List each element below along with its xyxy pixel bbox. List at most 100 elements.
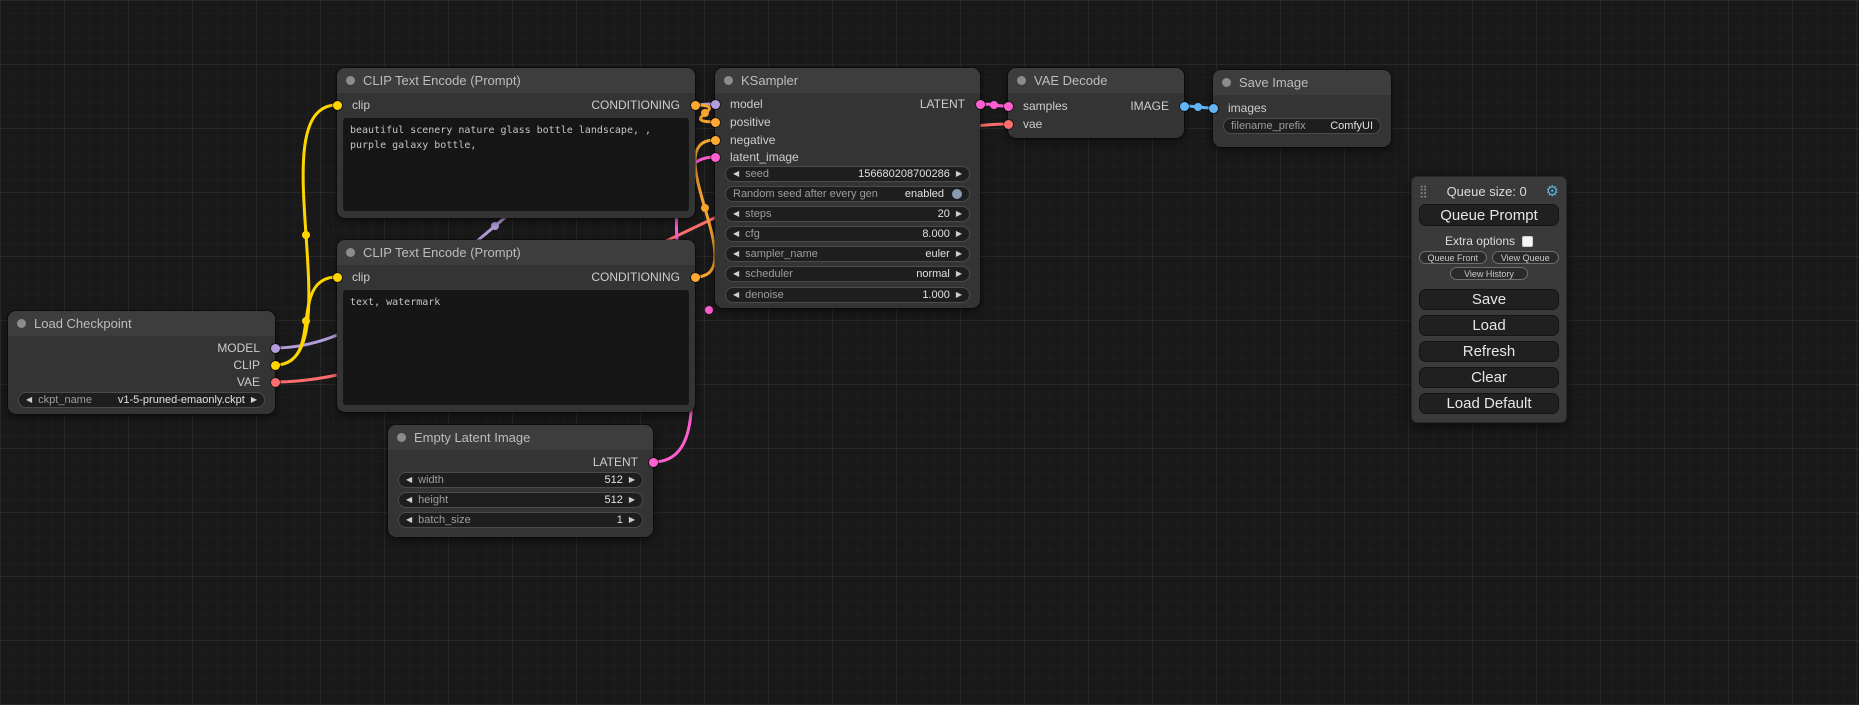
collapse-dot[interactable] [1017, 76, 1026, 85]
conditioning-slot-dot[interactable] [711, 136, 720, 145]
prompt-textarea[interactable]: text, watermark [343, 290, 689, 405]
right-arrow-icon[interactable]: ▶ [629, 516, 635, 524]
input-slot-clip[interactable]: clip [337, 97, 370, 113]
output-slot-model[interactable]: MODEL [217, 340, 275, 356]
input-slot-model[interactable]: model [715, 96, 763, 112]
widget-scheduler[interactable]: ◀ scheduler normal ▶ [725, 266, 970, 282]
clip-slot-dot[interactable] [333, 101, 342, 110]
output-slot-clip[interactable]: CLIP [233, 357, 275, 373]
input-slot-images[interactable]: images [1213, 100, 1267, 116]
widget-sampler-name[interactable]: ◀ sampler_name euler ▶ [725, 246, 970, 262]
view-queue-button[interactable]: View Queue [1492, 251, 1560, 264]
image-slot-dot[interactable] [1209, 104, 1218, 113]
right-arrow-icon[interactable]: ▶ [956, 250, 962, 258]
node-load-checkpoint[interactable]: Load Checkpoint MODEL CLIP VAE ◀ ckpt_na… [8, 311, 275, 414]
latent-slot-dot[interactable] [976, 100, 985, 109]
collapse-dot[interactable] [1222, 78, 1231, 87]
widget-batch-size[interactable]: ◀ batch_size 1 ▶ [398, 512, 643, 528]
extra-options-checkbox[interactable] [1522, 236, 1533, 247]
load-default-button[interactable]: Load Default [1419, 393, 1559, 414]
left-arrow-icon[interactable]: ◀ [733, 230, 739, 238]
node-title-bar[interactable]: VAE Decode [1008, 68, 1184, 93]
input-slot-vae[interactable]: vae [1008, 116, 1042, 132]
widget-filename-prefix[interactable]: filename_prefix ComfyUI [1223, 118, 1381, 134]
latent-slot-dot[interactable] [711, 153, 720, 162]
node-ksampler[interactable]: KSampler model positive negative latent_… [715, 68, 980, 308]
latent-slot-dot[interactable] [649, 458, 658, 467]
left-arrow-icon[interactable]: ◀ [406, 516, 412, 524]
queue-front-button[interactable]: Queue Front [1419, 251, 1487, 264]
view-history-button[interactable]: View History [1450, 267, 1528, 280]
left-arrow-icon[interactable]: ◀ [733, 291, 739, 299]
clip-slot-dot[interactable] [271, 361, 280, 370]
node-graph-canvas[interactable]: Load Checkpoint MODEL CLIP VAE ◀ ckpt_na… [0, 0, 1859, 705]
conditioning-slot-dot[interactable] [711, 118, 720, 127]
output-slot-conditioning[interactable]: CONDITIONING [591, 97, 695, 113]
input-slot-positive[interactable]: positive [715, 114, 771, 130]
queue-prompt-button[interactable]: Queue Prompt [1419, 204, 1559, 226]
widget-denoise[interactable]: ◀ denoise 1.000 ▶ [725, 287, 970, 303]
vae-slot-dot[interactable] [1004, 120, 1013, 129]
gear-icon[interactable]: ⚙ [1546, 184, 1559, 199]
left-arrow-icon[interactable]: ◀ [26, 396, 32, 404]
node-clip-text-encode-positive[interactable]: CLIP Text Encode (Prompt) clip CONDITION… [337, 68, 695, 218]
widget-random-seed-toggle[interactable]: Random seed after every gen enabled [725, 186, 970, 202]
left-arrow-icon[interactable]: ◀ [733, 270, 739, 278]
image-slot-dot[interactable] [1180, 102, 1189, 111]
conditioning-slot-dot[interactable] [691, 101, 700, 110]
input-slot-negative[interactable]: negative [715, 132, 775, 148]
left-arrow-icon[interactable]: ◀ [733, 210, 739, 218]
widget-steps[interactable]: ◀ steps 20 ▶ [725, 206, 970, 222]
collapse-dot[interactable] [17, 319, 26, 328]
widget-cfg[interactable]: ◀ cfg 8.000 ▶ [725, 226, 970, 242]
output-slot-latent[interactable]: LATENT [920, 96, 980, 112]
output-slot-latent[interactable]: LATENT [593, 454, 653, 470]
widget-seed[interactable]: ◀ seed 156680208700286 ▶ [725, 166, 970, 182]
clip-slot-dot[interactable] [333, 273, 342, 282]
node-empty-latent-image[interactable]: Empty Latent Image LATENT ◀ width 512 ▶ … [388, 425, 653, 537]
right-arrow-icon[interactable]: ▶ [956, 210, 962, 218]
output-slot-image[interactable]: IMAGE [1130, 98, 1184, 114]
node-title-bar[interactable]: CLIP Text Encode (Prompt) [337, 68, 695, 93]
right-arrow-icon[interactable]: ▶ [956, 170, 962, 178]
node-title-bar[interactable]: Save Image [1213, 70, 1391, 95]
input-slot-samples[interactable]: samples [1008, 98, 1068, 114]
node-title-bar[interactable]: CLIP Text Encode (Prompt) [337, 240, 695, 265]
output-slot-vae[interactable]: VAE [237, 374, 275, 390]
right-arrow-icon[interactable]: ▶ [956, 291, 962, 299]
save-button[interactable]: Save [1419, 289, 1559, 310]
left-arrow-icon[interactable]: ◀ [406, 476, 412, 484]
node-vae-decode[interactable]: VAE Decode samples vae IMAGE [1008, 68, 1184, 138]
node-title-bar[interactable]: Load Checkpoint [8, 311, 275, 336]
collapse-dot[interactable] [397, 433, 406, 442]
model-slot-dot[interactable] [271, 344, 280, 353]
latent-slot-dot[interactable] [1004, 102, 1013, 111]
clear-button[interactable]: Clear [1419, 367, 1559, 388]
widget-ckpt-name[interactable]: ◀ ckpt_name v1-5-pruned-emaonly.ckpt ▶ [18, 392, 265, 408]
right-arrow-icon[interactable]: ▶ [251, 396, 257, 404]
right-arrow-icon[interactable]: ▶ [629, 496, 635, 504]
node-title-bar[interactable]: Empty Latent Image [388, 425, 653, 450]
toggle-knob[interactable] [952, 189, 962, 199]
node-clip-text-encode-negative[interactable]: CLIP Text Encode (Prompt) clip CONDITION… [337, 240, 695, 412]
collapse-dot[interactable] [346, 76, 355, 85]
output-slot-conditioning[interactable]: CONDITIONING [591, 269, 695, 285]
refresh-button[interactable]: Refresh [1419, 341, 1559, 362]
collapse-dot[interactable] [724, 76, 733, 85]
widget-height[interactable]: ◀ height 512 ▶ [398, 492, 643, 508]
right-arrow-icon[interactable]: ▶ [629, 476, 635, 484]
node-save-image[interactable]: Save Image images filename_prefix ComfyU… [1213, 70, 1391, 147]
right-arrow-icon[interactable]: ▶ [956, 270, 962, 278]
input-slot-clip[interactable]: clip [337, 269, 370, 285]
vae-slot-dot[interactable] [271, 378, 280, 387]
node-title-bar[interactable]: KSampler [715, 68, 980, 93]
left-arrow-icon[interactable]: ◀ [733, 250, 739, 258]
widget-width[interactable]: ◀ width 512 ▶ [398, 472, 643, 488]
conditioning-slot-dot[interactable] [691, 273, 700, 282]
model-slot-dot[interactable] [711, 100, 720, 109]
prompt-textarea[interactable]: beautiful scenery nature glass bottle la… [343, 118, 689, 211]
load-button[interactable]: Load [1419, 315, 1559, 336]
collapse-dot[interactable] [346, 248, 355, 257]
left-arrow-icon[interactable]: ◀ [733, 170, 739, 178]
drag-handle-icon[interactable]: ⣿ [1419, 185, 1428, 197]
